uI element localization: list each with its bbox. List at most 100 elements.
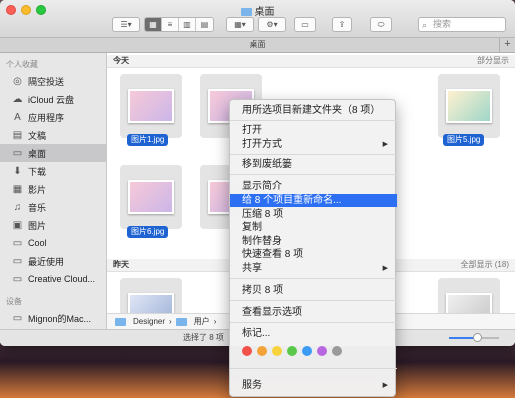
menu-item-rename[interactable]: 给 8 个项目重新命名... [230, 194, 397, 207]
file-thumbnail[interactable] [438, 278, 500, 313]
tab-bar: 桌面 + [0, 38, 515, 53]
menu-separator [230, 300, 397, 301]
folder-icon: ▭ [12, 273, 23, 285]
sidebar-devices-header: 设备 [6, 297, 22, 306]
sidebar-item-music[interactable]: ♫ 音乐 [0, 198, 107, 216]
menu-item-new-folder-with-selection[interactable]: 用所选项目新建文件夹（8 项） [230, 104, 397, 117]
sidebar-item-cool[interactable]: ▭ Cool [0, 234, 107, 252]
tags-button[interactable]: ⬭ [370, 17, 392, 32]
file-thumbnail[interactable] [120, 165, 182, 229]
tag-color-dot[interactable] [302, 346, 312, 356]
submenu-arrow-icon: ▶ [382, 265, 388, 272]
desktop-icon: ▭ [12, 147, 23, 159]
image-preview [446, 293, 492, 313]
title-bar: 桌面 ☰▾ ▦ ≡ ▥ ▤ ▦▾ ⚙▾ ▭ ⇪ ⬭ ⌕ 搜索 [0, 0, 515, 38]
tag-color-dot[interactable] [287, 346, 297, 356]
new-tab-button[interactable]: + [499, 38, 515, 53]
menu-separator [230, 154, 397, 155]
computer-icon: ▭ [12, 312, 23, 324]
list-view-icon[interactable]: ≡ [162, 18, 179, 31]
menu-item-get-info[interactable]: 显示简介 [230, 180, 397, 193]
menu-item-show-view-options[interactable]: 查看显示选项 [230, 306, 397, 319]
context-menu: 用所选项目新建文件夹（8 项） 打开 打开方式 ▶ 移到废纸篓 显示简介 给 8 … [229, 99, 397, 397]
sidebar-item-airdrop[interactable]: ◎ 隔空投送 [0, 72, 107, 90]
file-label[interactable]: 图片6.jpg [127, 226, 169, 238]
file-thumbnail[interactable] [120, 74, 182, 138]
folder-icon [115, 317, 126, 326]
recents-icon: ▭ [12, 255, 23, 267]
gallery-view-icon[interactable]: ▤ [196, 18, 213, 31]
slider-knob[interactable] [472, 333, 482, 342]
sidebar-item-icloud[interactable]: ☁ iCloud 云盘 [0, 90, 107, 108]
yesterday-show-all-link[interactable]: 全部显示 (18) [461, 259, 509, 271]
tag-color-picker [242, 346, 342, 356]
view-mode-segmented: ▦ ≡ ▥ ▤ [144, 17, 214, 32]
tag-icon: ⬭ [377, 19, 385, 29]
new-folder-button[interactable]: ▭ [294, 17, 316, 32]
download-icon: ⬇ [13, 165, 22, 177]
submenu-arrow-icon: ▶ [382, 382, 388, 389]
path-item-users[interactable]: 用户 [194, 316, 210, 327]
submenu-arrow-icon: ▶ [382, 141, 388, 148]
menu-item-copy[interactable]: 拷贝 8 项 [230, 284, 397, 297]
image-preview [128, 293, 174, 313]
today-show-less-link[interactable]: 部分显示 [477, 55, 509, 67]
menu-item-tags[interactable]: 标记... [230, 327, 397, 340]
tag-color-dot[interactable] [317, 346, 327, 356]
menu-item-duplicate[interactable]: 复制 [230, 221, 397, 234]
menu-item-compress[interactable]: 压缩 8 项 [230, 208, 397, 221]
path-item-designer[interactable]: Designer [133, 317, 165, 326]
music-icon: ♫ [13, 201, 22, 213]
tag-color-dot[interactable] [272, 346, 282, 356]
file-label[interactable]: 图片1.jpg [127, 134, 169, 146]
tag-color-dot[interactable] [242, 346, 252, 356]
search-field[interactable]: ⌕ 搜索 [418, 17, 506, 32]
tab-desktop[interactable]: 桌面 [250, 40, 266, 49]
menu-item-quick-look[interactable]: 快速查看 8 项 [230, 248, 397, 261]
arrange-icon: ☰▾ [120, 20, 132, 29]
share-button[interactable]: ⇪ [332, 17, 352, 32]
tag-color-dot[interactable] [332, 346, 342, 356]
sidebar-favorites-header: 个人收藏 [6, 60, 38, 69]
file-thumbnail[interactable] [120, 278, 182, 313]
file-thumbnail[interactable] [438, 74, 500, 138]
folder-icon [240, 8, 252, 16]
sidebar-item-downloads[interactable]: ⬇ 下载 [0, 162, 107, 180]
sidebar-item-movies[interactable]: ▦ 影片 [0, 180, 107, 198]
movies-icon: ▦ [12, 183, 23, 195]
gear-icon: ⚙▾ [266, 20, 278, 29]
folder-icon: ▭ [12, 237, 23, 249]
menu-item-open[interactable]: 打开 [230, 124, 397, 137]
menu-separator [230, 174, 397, 175]
icon-view-icon[interactable]: ▦ [145, 18, 162, 31]
arrange-button[interactable]: ☰▾ [112, 17, 140, 32]
menu-item-open-with[interactable]: 打开方式 ▶ [230, 138, 397, 151]
tag-color-dot[interactable] [257, 346, 267, 356]
sidebar-item-pictures[interactable]: ▣ 图片 [0, 216, 107, 234]
sidebar: 个人收藏 ◎ 隔空投送 ☁ iCloud 云盘 A 应用程序 ▤ 文稿 ▭ 桌面 ⬇ 下载 … [0, 53, 107, 346]
menu-item-make-alias[interactable]: 制作替身 [230, 235, 397, 248]
image-preview [128, 89, 174, 123]
column-view-icon[interactable]: ▥ [179, 18, 196, 31]
image-preview [128, 180, 174, 214]
share-icon: ⇪ [338, 20, 346, 29]
menu-item-share[interactable]: 共享 ▶ [230, 262, 397, 275]
file-label[interactable]: 图片5.jpg [443, 134, 485, 146]
applications-icon: A [14, 111, 21, 123]
sidebar-item-recents[interactable]: ▭ 最近使用 [0, 252, 107, 270]
sidebar-item-creative-cloud[interactable]: ▭ Creative Cloud... [0, 270, 107, 288]
menu-item-services[interactable]: 服务 ▶ [230, 379, 397, 392]
menu-separator [230, 322, 397, 323]
menu-item-move-to-trash[interactable]: 移到废纸篓 [230, 158, 397, 171]
sidebar-item-documents[interactable]: ▤ 文稿 [0, 126, 107, 144]
group-button[interactable]: ▦▾ [226, 17, 254, 32]
sidebar-item-mac[interactable]: ▭ Mignon的Mac... [0, 309, 107, 327]
folder-outline-icon: ▭ [301, 20, 309, 29]
action-button[interactable]: ⚙▾ [258, 17, 286, 32]
section-today-header: 今天 部分显示 [107, 55, 515, 68]
chevron-right-icon: › [169, 317, 172, 326]
airdrop-icon: ◎ [13, 75, 22, 87]
sidebar-item-applications[interactable]: A 应用程序 [0, 108, 107, 126]
icon-size-slider[interactable] [449, 333, 499, 342]
sidebar-item-desktop[interactable]: ▭ 桌面 [0, 144, 107, 162]
